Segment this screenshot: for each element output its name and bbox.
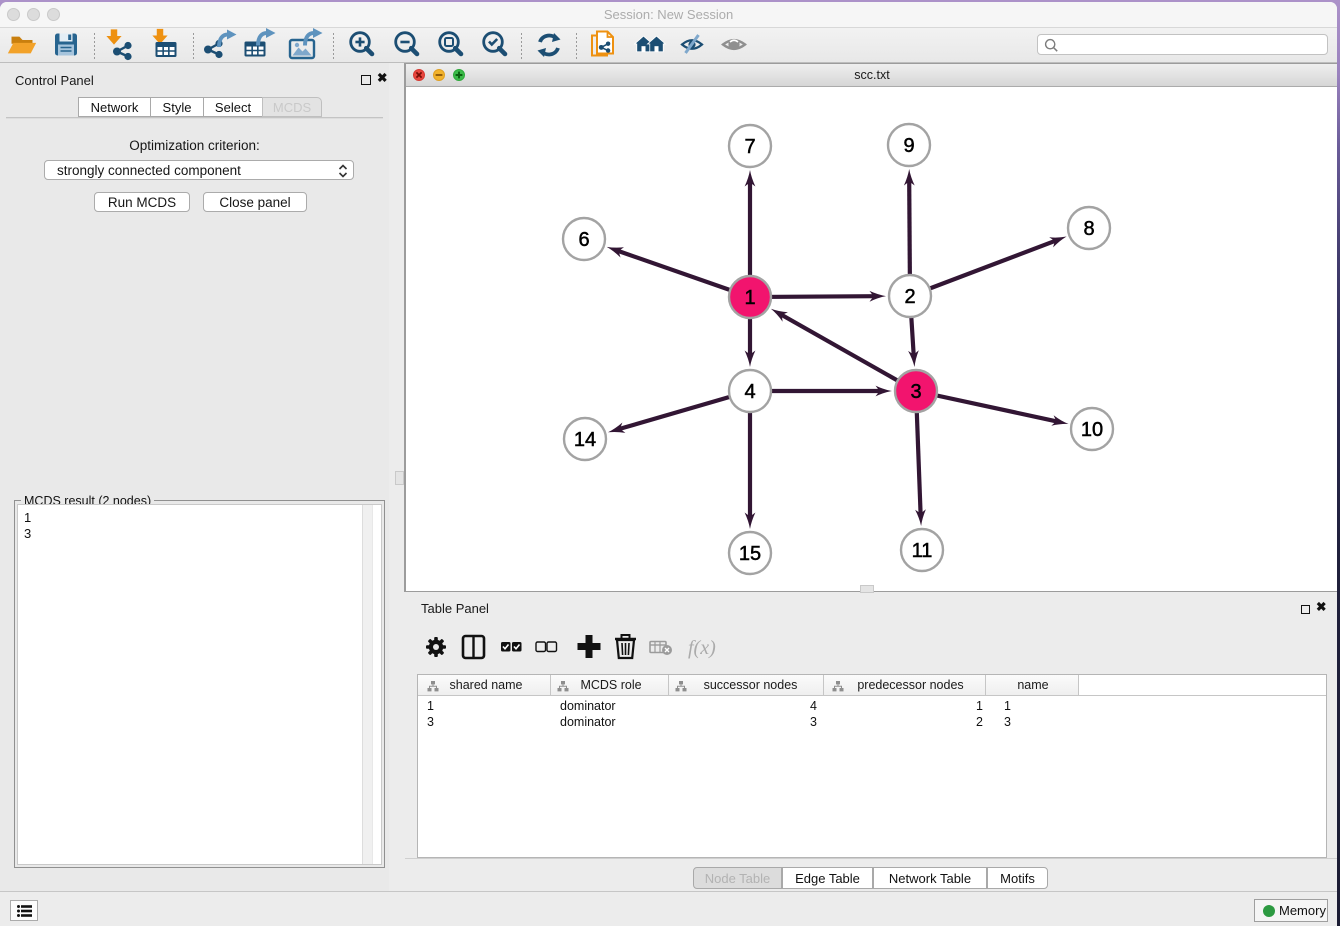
svg-text:3: 3 bbox=[910, 381, 921, 403]
svg-text:8: 8 bbox=[1083, 218, 1094, 240]
svg-text:f(x): f(x) bbox=[688, 637, 716, 659]
svg-text:4: 4 bbox=[744, 381, 755, 403]
svg-text:14: 14 bbox=[574, 429, 596, 451]
svg-text:11: 11 bbox=[912, 540, 933, 562]
svg-text:6: 6 bbox=[578, 229, 589, 251]
svg-text:1: 1 bbox=[744, 287, 755, 309]
svg-text:15: 15 bbox=[739, 543, 761, 565]
svg-text:2: 2 bbox=[904, 286, 915, 308]
svg-text:10: 10 bbox=[1081, 419, 1103, 441]
svg-text:7: 7 bbox=[744, 136, 755, 158]
svg-text:9: 9 bbox=[903, 135, 914, 157]
